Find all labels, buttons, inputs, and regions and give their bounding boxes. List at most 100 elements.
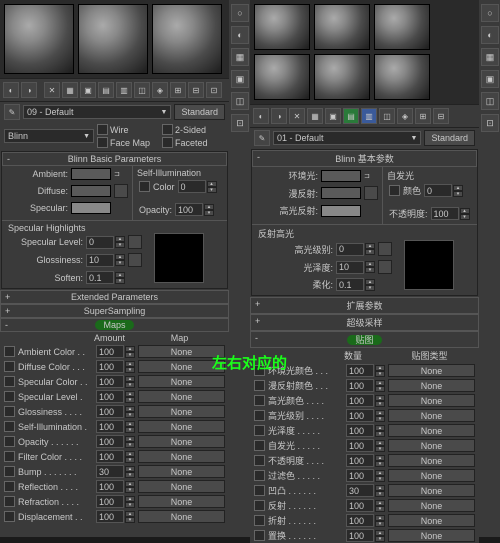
- tool-icon[interactable]: ◫: [231, 92, 249, 110]
- map-amount-input[interactable]: [346, 469, 374, 482]
- spinner-down[interactable]: ▾: [125, 457, 135, 463]
- map-checkbox[interactable]: [254, 530, 265, 541]
- twosided-checkbox[interactable]: [162, 124, 173, 135]
- tool-icon[interactable]: ◐: [481, 26, 499, 44]
- map-slot-button[interactable]: None: [138, 450, 225, 463]
- tool-icon[interactable]: ▣: [325, 108, 341, 124]
- color-input[interactable]: [424, 184, 452, 197]
- shader-type-button[interactable]: Standard: [174, 104, 225, 120]
- tool-icon[interactable]: ◫: [134, 82, 150, 98]
- map-slot-button[interactable]: None: [388, 364, 475, 377]
- extended-params-header[interactable]: +扩展参数: [250, 297, 479, 314]
- map-amount-input[interactable]: [346, 484, 374, 497]
- map-checkbox[interactable]: [4, 481, 15, 492]
- specular-swatch[interactable]: [71, 202, 111, 214]
- tool-icon[interactable]: ⊟: [433, 108, 449, 124]
- material-slot[interactable]: [314, 54, 370, 100]
- tool-icon[interactable]: ▦: [307, 108, 323, 124]
- map-button[interactable]: [378, 242, 392, 256]
- map-amount-input[interactable]: [96, 480, 124, 493]
- spinner-down[interactable]: ▾: [125, 382, 135, 388]
- ambient-swatch[interactable]: [321, 170, 361, 182]
- map-amount-input[interactable]: [346, 424, 374, 437]
- spinner-down[interactable]: ▾: [460, 214, 470, 220]
- tool-icon[interactable]: ⊞: [170, 82, 186, 98]
- map-slot-button[interactable]: None: [138, 480, 225, 493]
- map-slot-button[interactable]: None: [138, 435, 225, 448]
- spinner-down[interactable]: ▾: [365, 285, 375, 291]
- map-amount-input[interactable]: [96, 375, 124, 388]
- spinner-down[interactable]: ▾: [375, 476, 385, 482]
- tool-icon[interactable]: ◈: [397, 108, 413, 124]
- spinner-down[interactable]: ▾: [375, 521, 385, 527]
- map-amount-input[interactable]: [346, 454, 374, 467]
- spinner-down[interactable]: ▾: [115, 260, 125, 266]
- material-slot[interactable]: [374, 54, 430, 100]
- spinner-down[interactable]: ▾: [125, 397, 135, 403]
- facemap-checkbox[interactable]: [97, 137, 108, 148]
- map-amount-input[interactable]: [96, 345, 124, 358]
- map-checkbox[interactable]: [4, 376, 15, 387]
- eyedropper-icon[interactable]: ✎: [254, 130, 270, 146]
- tool-icon[interactable]: ○: [231, 4, 249, 22]
- spinner-down[interactable]: ▾: [204, 210, 214, 216]
- material-slot[interactable]: [152, 4, 222, 74]
- supersampling-header[interactable]: +SuperSampling: [0, 304, 229, 318]
- map-checkbox[interactable]: [254, 515, 265, 526]
- tool-icon[interactable]: ○: [481, 4, 499, 22]
- map-amount-input[interactable]: [346, 529, 374, 542]
- map-amount-input[interactable]: [346, 379, 374, 392]
- spinner-down[interactable]: ▾: [125, 487, 135, 493]
- map-slot-button[interactable]: None: [388, 514, 475, 527]
- map-slot-button[interactable]: None: [138, 495, 225, 508]
- speclevel-input[interactable]: [336, 243, 364, 256]
- wire-checkbox[interactable]: [97, 124, 108, 135]
- material-slot[interactable]: [254, 4, 310, 50]
- map-slot-button[interactable]: None: [138, 465, 225, 478]
- map-slot-button[interactable]: None: [388, 394, 475, 407]
- tool-icon[interactable]: ⊡: [206, 82, 222, 98]
- map-checkbox[interactable]: [254, 500, 265, 511]
- spinner-down[interactable]: ▾: [375, 461, 385, 467]
- tool-icon[interactable]: ⊡: [231, 114, 249, 132]
- tool-icon[interactable]: ▤: [343, 108, 359, 124]
- tool-icon[interactable]: ◐: [3, 82, 19, 98]
- map-slot-button[interactable]: None: [388, 454, 475, 467]
- maps-header[interactable]: -Maps: [0, 318, 229, 332]
- map-checkbox[interactable]: [4, 466, 15, 477]
- map-checkbox[interactable]: [4, 421, 15, 432]
- tool-icon[interactable]: ◈: [152, 82, 168, 98]
- map-slot-button[interactable]: None: [138, 405, 225, 418]
- material-slot[interactable]: [374, 4, 430, 50]
- diffuse-map-button[interactable]: [114, 184, 128, 198]
- tool-icon[interactable]: ▤: [98, 82, 114, 98]
- tool-icon[interactable]: ⊞: [415, 108, 431, 124]
- extended-params-header[interactable]: +Extended Parameters: [0, 290, 229, 304]
- spinner-down[interactable]: ▾: [375, 401, 385, 407]
- material-slot[interactable]: [314, 4, 370, 50]
- speclevel-input[interactable]: [86, 236, 114, 249]
- map-button[interactable]: [128, 253, 142, 267]
- map-checkbox[interactable]: [254, 485, 265, 496]
- tool-icon[interactable]: ◐: [253, 108, 269, 124]
- tool-icon[interactable]: ✕: [44, 82, 60, 98]
- spinner-down[interactable]: ▾: [125, 502, 135, 508]
- map-checkbox[interactable]: [4, 496, 15, 507]
- map-amount-input[interactable]: [96, 360, 124, 373]
- map-slot-button[interactable]: None: [388, 469, 475, 482]
- map-slot-button[interactable]: None: [138, 420, 225, 433]
- map-checkbox[interactable]: [4, 406, 15, 417]
- maps-header[interactable]: -贴图: [250, 331, 479, 348]
- spinner-down[interactable]: ▾: [125, 517, 135, 523]
- map-slot-button[interactable]: None: [138, 375, 225, 388]
- spinner-down[interactable]: ▾: [375, 491, 385, 497]
- spinner-down[interactable]: ▾: [365, 267, 375, 273]
- map-slot-button[interactable]: None: [388, 379, 475, 392]
- shader-dropdown[interactable]: Blinn▼: [4, 129, 94, 143]
- map-button[interactable]: [128, 235, 142, 249]
- map-amount-input[interactable]: [96, 435, 124, 448]
- map-slot-button[interactable]: None: [138, 510, 225, 523]
- tool-icon[interactable]: ▦: [481, 48, 499, 66]
- tool-icon[interactable]: ▣: [231, 70, 249, 88]
- section-header[interactable]: -Blinn Basic Parameters: [2, 152, 227, 166]
